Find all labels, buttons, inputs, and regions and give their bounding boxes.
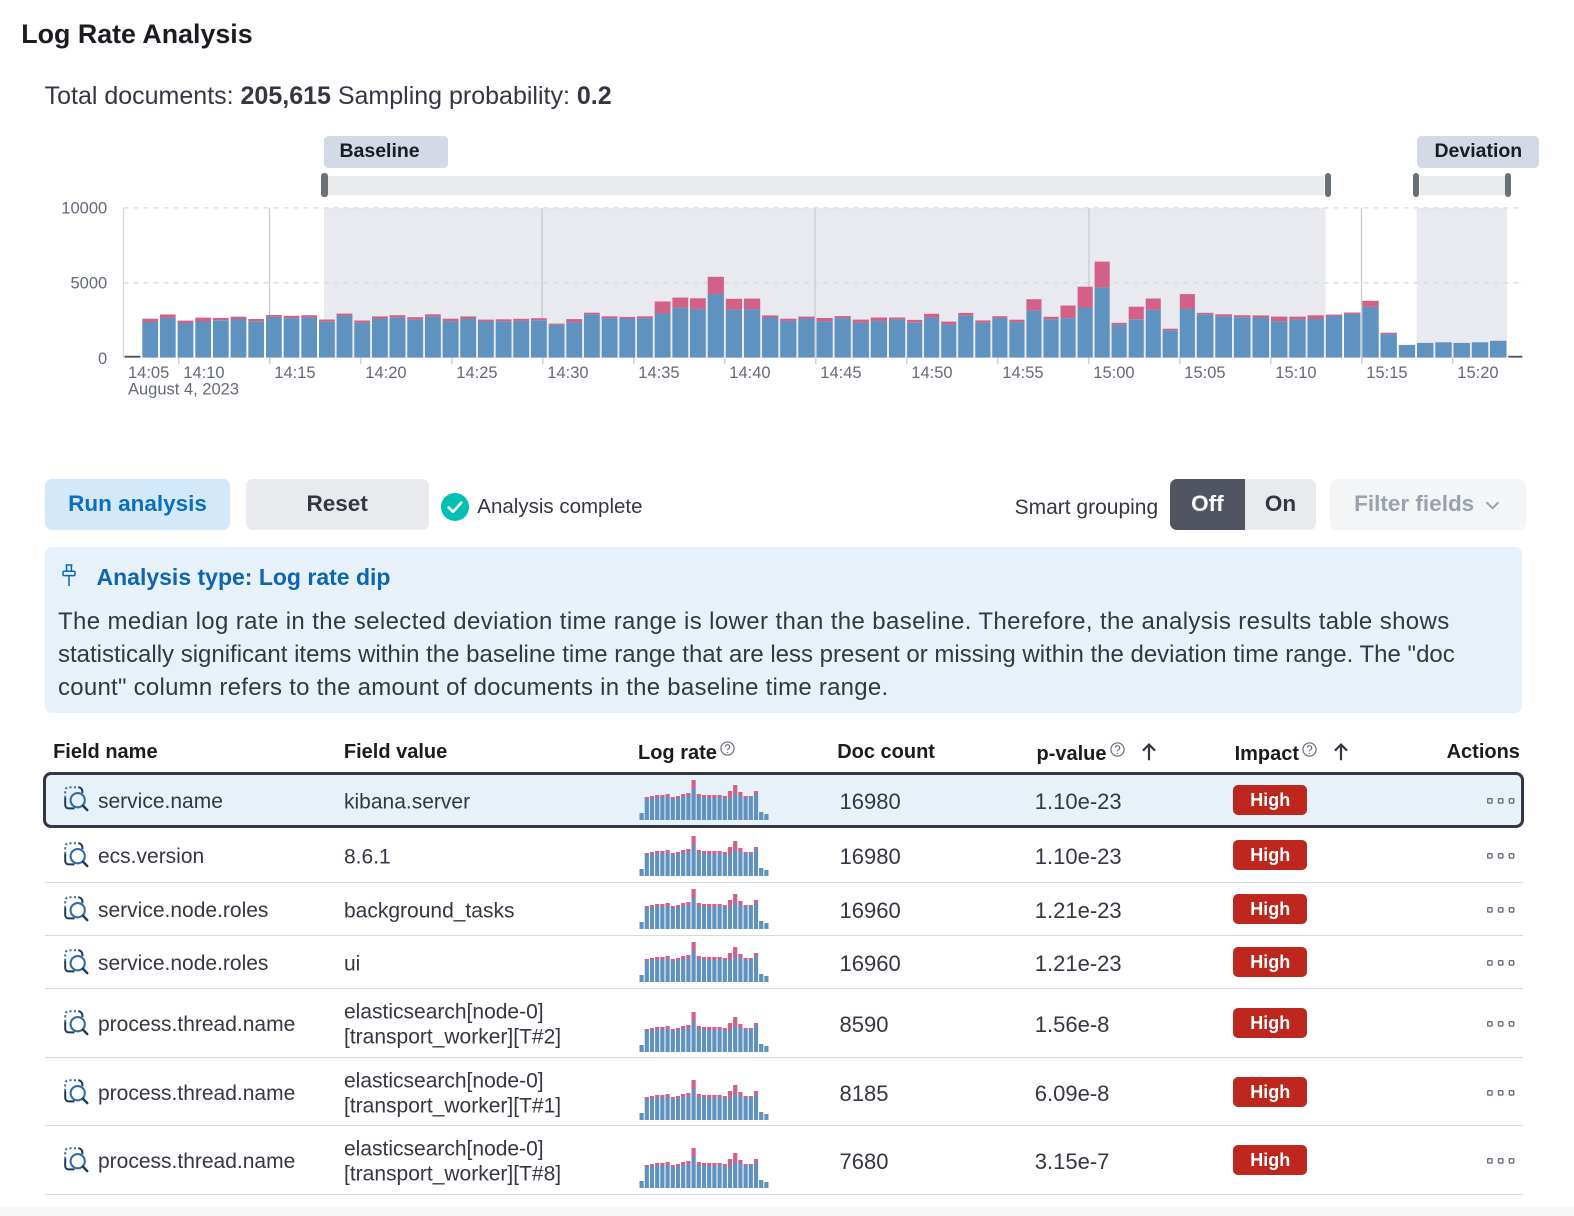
svg-text:15:15: 15:15 bbox=[1366, 364, 1407, 382]
svg-text:14:50: 14:50 bbox=[911, 364, 952, 382]
svg-text:14:25: 14:25 bbox=[456, 364, 497, 382]
svg-text:14:35: 14:35 bbox=[638, 364, 679, 382]
svg-text:15:00: 15:00 bbox=[1093, 364, 1134, 382]
svg-text:August 4, 2023: August 4, 2023 bbox=[128, 381, 239, 399]
svg-text:15:20: 15:20 bbox=[1457, 364, 1498, 382]
svg-text:14:55: 14:55 bbox=[1002, 364, 1043, 382]
svg-text:5000: 5000 bbox=[70, 274, 107, 292]
svg-text:14:20: 14:20 bbox=[365, 364, 406, 382]
svg-text:0: 0 bbox=[98, 350, 107, 368]
svg-text:14:15: 14:15 bbox=[274, 364, 315, 382]
svg-text:10000: 10000 bbox=[61, 199, 107, 217]
svg-text:14:05: 14:05 bbox=[128, 364, 169, 382]
svg-text:14:45: 14:45 bbox=[820, 364, 861, 382]
svg-text:14:40: 14:40 bbox=[729, 364, 770, 382]
svg-text:14:30: 14:30 bbox=[547, 364, 588, 382]
svg-text:15:05: 15:05 bbox=[1184, 364, 1225, 382]
svg-text:14:10: 14:10 bbox=[183, 364, 224, 382]
svg-text:15:10: 15:10 bbox=[1275, 364, 1316, 382]
